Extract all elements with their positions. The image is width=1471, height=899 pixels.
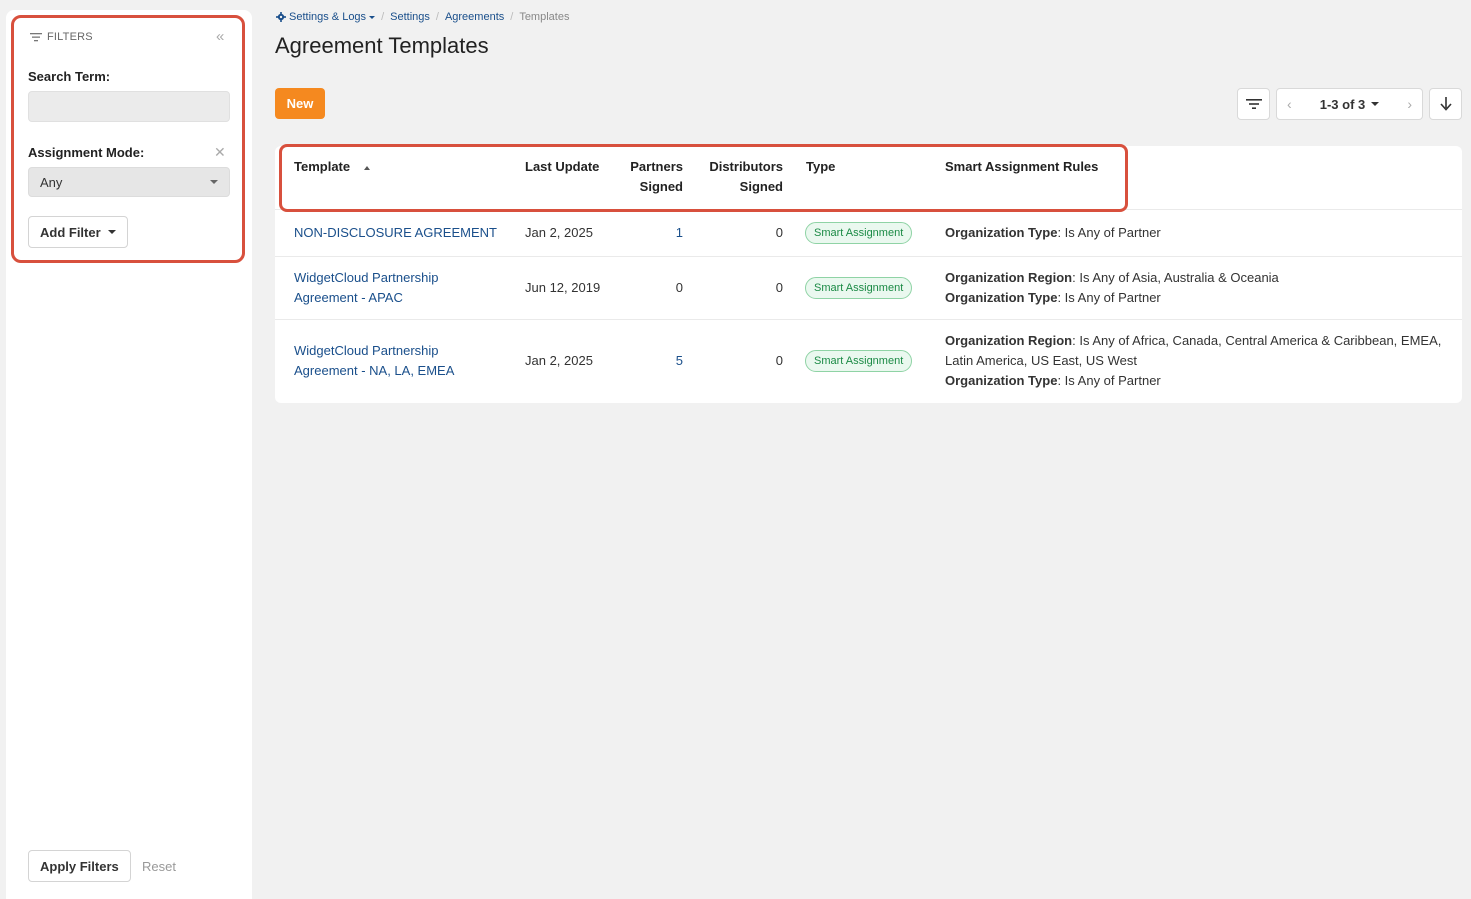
apply-filters-button[interactable]: Apply Filters xyxy=(28,850,131,882)
pagination: ‹ 1-3 of 3 › xyxy=(1276,88,1423,120)
rule-value: : Is Any of Africa, Canada, Central Amer… xyxy=(1072,333,1442,348)
type-badge: Smart Assignment xyxy=(805,222,913,244)
distributors-signed-cell: 0 xyxy=(775,225,783,240)
breadcrumb-label: Settings & Logs xyxy=(289,11,367,23)
download-icon xyxy=(1439,97,1452,111)
template-name-line: WidgetCloud Partnership xyxy=(294,343,439,358)
distributors-signed-cell: 0 xyxy=(775,353,783,368)
rule-line: Organization Type: Is Any of Partner xyxy=(945,223,1161,243)
breadcrumb-current: Templates xyxy=(519,11,570,23)
template-link[interactable]: WidgetCloud Partnership Agreement - NA, … xyxy=(294,341,454,381)
breadcrumb-agreements[interactable]: Agreements xyxy=(445,11,504,23)
column-header-type[interactable]: Type xyxy=(806,157,835,177)
column-header-distributors-signed[interactable]: Distributors Signed xyxy=(683,157,783,197)
new-button[interactable]: New xyxy=(275,88,325,119)
template-link[interactable]: WidgetCloud Partnership Agreement - APAC xyxy=(294,268,439,308)
filters-sidebar: FILTERS « Search Term: Assignment Mode: … xyxy=(6,10,252,899)
column-filter-button[interactable] xyxy=(1237,88,1270,120)
column-header-last-update[interactable]: Last Update xyxy=(525,157,599,177)
column-header-label: Signed xyxy=(639,179,683,194)
rule-key: Organization Type xyxy=(945,373,1058,388)
rule-line: Latin America, US East, US West xyxy=(945,351,1441,371)
rule-key: Organization Type xyxy=(945,225,1058,240)
type-badge: Smart Assignment xyxy=(805,350,913,372)
caret-down-icon xyxy=(369,15,376,19)
page-title: Agreement Templates xyxy=(275,33,489,58)
rule-key: Organization Region xyxy=(945,333,1073,348)
last-update-cell: Jun 12, 2019 xyxy=(525,280,601,295)
partners-signed-link[interactable]: 1 xyxy=(605,223,683,243)
add-filter-button[interactable]: Add Filter xyxy=(28,216,128,248)
page-range-label: 1-3 of 3 xyxy=(1319,96,1366,112)
breadcrumb-settings[interactable]: Settings xyxy=(390,11,430,23)
template-name-line: Agreement - NA, LA, EMEA xyxy=(294,363,455,378)
rules-cell: Organization Region: Is Any of Asia, Aus… xyxy=(945,268,1279,308)
page-range-dropdown[interactable]: 1-3 of 3 xyxy=(1320,97,1380,112)
assignment-mode-value: Any xyxy=(40,174,63,190)
column-header-template[interactable]: Template xyxy=(294,157,370,177)
template-link[interactable]: NON-DISCLOSURE AGREEMENT xyxy=(294,223,497,243)
search-input[interactable] xyxy=(28,91,230,122)
collapse-icon[interactable]: « xyxy=(216,29,232,45)
templates-table: Template Last Update Partners Signed Dis… xyxy=(275,146,1462,403)
column-header-label: Partners xyxy=(630,159,683,174)
column-header-label: Distributors xyxy=(709,159,783,174)
reset-link[interactable]: Reset xyxy=(142,859,176,874)
rule-value: : Is Any of Partner xyxy=(1057,225,1161,240)
breadcrumb-settings-logs[interactable]: Settings & Logs xyxy=(276,11,376,23)
breadcrumb-separator: / xyxy=(435,11,439,23)
rule-line: Organization Region: Is Any of Asia, Aus… xyxy=(945,268,1279,288)
filter-icon xyxy=(1245,99,1262,109)
template-name-line: Agreement - APAC xyxy=(294,290,403,305)
breadcrumb: Settings & Logs / Settings / Agreements … xyxy=(276,11,569,23)
rule-key: Organization Type xyxy=(945,290,1058,305)
sort-asc-icon xyxy=(363,165,370,170)
last-update-cell: Jan 2, 2025 xyxy=(525,225,593,240)
caret-down-icon xyxy=(107,230,116,234)
row-divider xyxy=(275,319,1462,320)
download-button[interactable] xyxy=(1429,88,1462,120)
rules-cell: Organization Region: Is Any of Africa, C… xyxy=(945,331,1441,391)
row-divider xyxy=(275,256,1462,257)
column-header-label: Signed xyxy=(739,179,783,194)
rule-key: Organization Region xyxy=(945,270,1073,285)
caret-down-icon xyxy=(1371,102,1380,106)
rule-value: : Is Any of Asia, Australia & Oceania xyxy=(1072,270,1279,285)
search-term-label: Search Term: xyxy=(28,69,111,84)
filters-header: FILTERS xyxy=(30,31,93,43)
template-name-line: WidgetCloud Partnership xyxy=(294,270,439,285)
chevron-down-icon xyxy=(210,180,218,184)
rule-value: : Is Any of Partner xyxy=(1057,290,1161,305)
assignment-mode-select[interactable]: Any xyxy=(28,167,230,197)
clear-icon[interactable]: ✕ xyxy=(214,145,226,159)
column-header-partners-signed[interactable]: Partners Signed xyxy=(605,157,683,197)
type-badge: Smart Assignment xyxy=(805,277,913,299)
column-header-rules[interactable]: Smart Assignment Rules xyxy=(945,157,1098,177)
breadcrumb-separator: / xyxy=(510,11,514,23)
apply-filters-label: Apply Filters xyxy=(40,858,119,874)
rule-value: Latin America, US East, US West xyxy=(945,353,1137,368)
add-filter-label: Add Filter xyxy=(40,224,101,240)
rule-value: : Is Any of Partner xyxy=(1057,373,1161,388)
row-divider xyxy=(275,209,1462,210)
rule-line: Organization Type: Is Any of Partner xyxy=(945,371,1441,391)
chevron-right-icon[interactable]: › xyxy=(1407,96,1412,112)
partners-signed-cell: 0 xyxy=(675,280,683,295)
breadcrumb-separator: / xyxy=(381,11,385,23)
assignment-mode-label: Assignment Mode: xyxy=(28,145,145,160)
filter-icon xyxy=(30,33,42,42)
distributors-signed-cell: 0 xyxy=(775,280,783,295)
last-update-cell: Jan 2, 2025 xyxy=(525,353,593,368)
partners-signed-link[interactable]: 5 xyxy=(605,351,683,371)
filters-header-label: FILTERS xyxy=(47,31,93,43)
rule-line: Organization Type: Is Any of Partner xyxy=(945,288,1279,308)
column-header-label: Template xyxy=(294,159,351,174)
chevron-left-icon[interactable]: ‹ xyxy=(1287,96,1292,112)
rule-line: Organization Region: Is Any of Africa, C… xyxy=(945,331,1441,351)
gear-icon xyxy=(276,12,286,22)
